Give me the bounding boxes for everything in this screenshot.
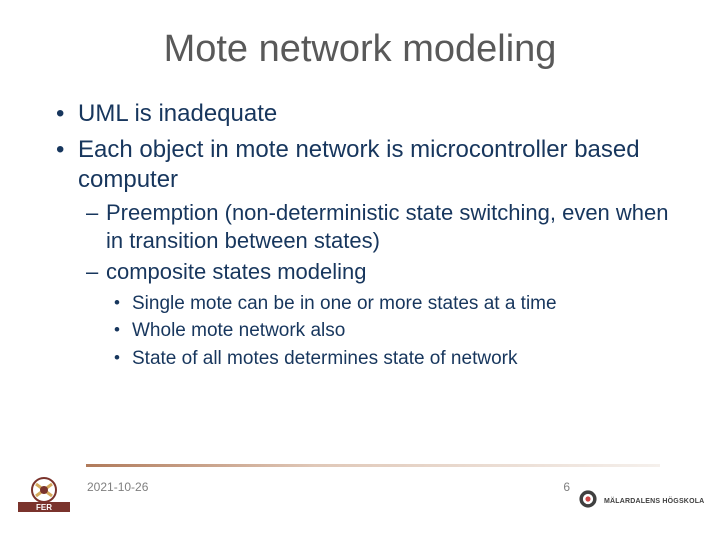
- bullet-text: State of all motes determines state of n…: [132, 348, 517, 369]
- fer-logo-icon: FER: [16, 474, 72, 518]
- bullet-text: Whole mote network also: [132, 320, 345, 341]
- list-item: composite states modeling Single mote ca…: [106, 258, 670, 371]
- page-number: 6: [563, 480, 570, 494]
- list-item: Each object in mote network is microcont…: [78, 135, 670, 371]
- slide-title: Mote network modeling: [50, 28, 670, 71]
- divider: [86, 464, 660, 467]
- list-item: Whole mote network also: [132, 319, 670, 343]
- logo-mark-icon: [576, 487, 600, 516]
- slide-content: UML is inadequate Each object in mote ne…: [50, 99, 670, 371]
- list-item: Preemption (non-deterministic state swit…: [106, 199, 670, 254]
- list-item: UML is inadequate: [78, 99, 670, 129]
- slide: Mote network modeling UML is inadequate …: [0, 0, 720, 540]
- bullet-list-level1: UML is inadequate Each object in mote ne…: [50, 99, 670, 371]
- list-item: State of all motes determines state of n…: [132, 347, 670, 371]
- bullet-text: UML is inadequate: [78, 100, 277, 127]
- footer-date: 2021-10-26: [87, 480, 148, 494]
- bullet-list-level2: Preemption (non-deterministic state swit…: [78, 199, 670, 371]
- bullet-text: Preemption (non-deterministic state swit…: [106, 200, 669, 253]
- bullet-text: Each object in mote network is microcont…: [78, 136, 640, 193]
- svg-text:FER: FER: [36, 503, 52, 512]
- malardalens-logo: MÄLARDALENS HÖGSKOLA: [576, 486, 706, 516]
- bullet-text: Single mote can be in one or more states…: [132, 293, 557, 314]
- list-item: Single mote can be in one or more states…: [132, 292, 670, 316]
- logo-text: MÄLARDALENS HÖGSKOLA: [604, 498, 704, 505]
- bullet-text: composite states modeling: [106, 259, 366, 284]
- bullet-list-level3: Single mote can be in one or more states…: [106, 292, 670, 371]
